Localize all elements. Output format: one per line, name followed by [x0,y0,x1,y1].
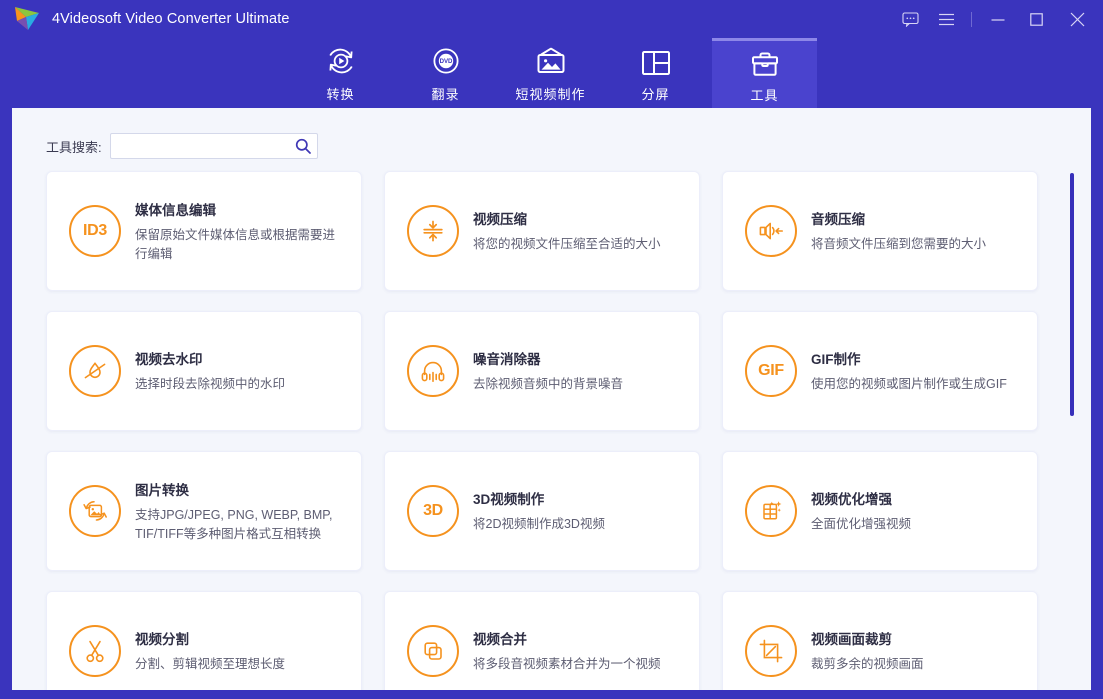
content-scrollbar[interactable] [1070,173,1074,673]
tool-card-title: 视频画面裁剪 [811,628,1019,648]
video-split-scissors-icon [69,625,121,677]
tab-tools[interactable]: 工具 [712,38,817,108]
scrollbar-thumb[interactable] [1070,173,1074,416]
tool-card-audio-compress[interactable]: 音频压缩 将音频文件压缩到您需要的大小 [722,171,1038,291]
app-window: 4Videosoft Video Converter Ultimate [0,0,1103,699]
noise-remover-icon [407,345,459,397]
tool-card-desc: 选择时段去除视频中的水印 [135,375,343,394]
tools-panel: 工具搜索: ID3 媒体信息编辑 保留原始文件媒体信息或 [12,108,1091,690]
tab-rip[interactable]: DVD 翻录 [393,38,498,108]
tool-card-title: 视频合并 [473,628,681,648]
image-convert-icon [69,485,121,537]
tab-label: 工具 [750,85,778,104]
hamburger-menu-icon[interactable] [928,0,964,38]
tool-card-desc: 裁剪多余的视频画面 [811,655,1019,674]
tool-card-watermark-remover[interactable]: 视频去水印 选择时段去除视频中的水印 [46,311,362,431]
video-enhance-icon [745,485,797,537]
tool-card-title: 视频压缩 [473,208,681,228]
tool-card-desc: 分割、剪辑视频至理想长度 [135,655,343,674]
tool-card-desc: 将多段音视频素材合并为一个视频 [473,655,681,674]
controls-divider [971,12,972,27]
tool-card-desc: 将音频文件压缩到您需要的大小 [811,235,1019,254]
video-crop-icon [745,625,797,677]
svg-text:DVD: DVD [439,58,452,65]
id3-tag-icon-text: ID3 [83,222,107,240]
main-nav-tabs: 转换 DVD 翻录 短视频制作 [0,38,1103,108]
tool-card-desc: 保留原始文件媒体信息或根据需要进行编辑 [135,226,343,264]
tool-card-video-merge[interactable]: 视频合并 将多段音视频素材合并为一个视频 [384,591,700,690]
chat-bubble-icon[interactable] [892,0,928,38]
tool-card-desc: 支持JPG/JPEG, PNG, WEBP, BMP, TIF/TIFF等多种图… [135,506,343,544]
close-icon[interactable] [1055,0,1099,38]
tool-card-noise-remover[interactable]: 噪音消除器 去除视频音频中的背景噪音 [384,311,700,431]
tool-card-video-crop[interactable]: 视频画面裁剪 裁剪多余的视频画面 [722,591,1038,690]
tool-card-title: 音频压缩 [811,208,1019,228]
tool-card-video-compress[interactable]: 视频压缩 将您的视频文件压缩至合适的大小 [384,171,700,291]
tool-card-3d-maker[interactable]: 3D 3D视频制作 将2D视频制作成3D视频 [384,451,700,571]
tool-card-gif-maker[interactable]: GIF GIF制作 使用您的视频或图片制作或生成GIF [722,311,1038,431]
tool-card-title: 视频分割 [135,628,343,648]
split-screen-icon [639,44,673,78]
video-merge-icon [407,625,459,677]
tool-search-box[interactable] [110,133,318,159]
play-arrow-logo [12,5,42,33]
video-compress-icon [407,205,459,257]
mv-picture-icon [533,44,569,78]
tool-card-video-split[interactable]: 视频分割 分割、剪辑视频至理想长度 [46,591,362,690]
toolbox-icon [748,45,782,79]
id3-tag-icon: ID3 [69,205,121,257]
minimize-icon[interactable] [979,0,1017,38]
audio-compress-icon [745,205,797,257]
tab-convert[interactable]: 转换 [288,38,393,108]
tool-search-row: 工具搜索: [46,133,318,159]
window-controls [892,0,1103,38]
tool-card-desc: 将您的视频文件压缩至合适的大小 [473,235,681,254]
convert-icon [324,44,358,78]
watermark-remove-icon [69,345,121,397]
tool-card-desc: 全面优化增强视频 [811,515,1019,534]
tool-card-title: 噪音消除器 [473,348,681,368]
tool-card-title: 视频去水印 [135,348,343,368]
tab-label: 转换 [326,84,354,103]
dvd-rip-icon: DVD [429,44,463,78]
tool-card-title: 图片转换 [135,479,343,499]
tab-split-screen[interactable]: 分屏 [603,38,708,108]
tool-card-title: GIF制作 [811,348,1019,368]
maximize-icon[interactable] [1017,0,1055,38]
tab-label: 短视频制作 [515,84,585,103]
tab-label: 翻录 [431,84,459,103]
tool-card-media-info[interactable]: ID3 媒体信息编辑 保留原始文件媒体信息或根据需要进行编辑 [46,171,362,291]
3d-maker-icon-text: 3D [423,502,443,520]
tool-search-label: 工具搜索: [46,137,102,156]
search-input[interactable] [117,134,291,158]
tool-card-image-convert[interactable]: 图片转换 支持JPG/JPEG, PNG, WEBP, BMP, TIF/TIF… [46,451,362,571]
tool-card-title: 3D视频制作 [473,488,681,508]
gif-maker-icon-text: GIF [758,362,784,380]
tool-card-desc: 去除视频音频中的背景噪音 [473,375,681,394]
tools-grid: ID3 媒体信息编辑 保留原始文件媒体信息或根据需要进行编辑 [46,171,1060,690]
title-bar: 4Videosoft Video Converter Ultimate [0,0,1103,38]
3d-maker-icon: 3D [407,485,459,537]
app-title: 4Videosoft Video Converter Ultimate [52,11,290,27]
search-icon[interactable] [295,138,311,159]
tab-label: 分屏 [641,84,669,103]
tab-short-video[interactable]: 短视频制作 [498,38,603,108]
tool-card-desc: 使用您的视频或图片制作或生成GIF [811,375,1019,394]
tool-card-title: 媒体信息编辑 [135,199,343,219]
tool-card-desc: 将2D视频制作成3D视频 [473,515,681,534]
tool-card-title: 视频优化增强 [811,488,1019,508]
gif-maker-icon: GIF [745,345,797,397]
tool-card-video-enhance[interactable]: 视频优化增强 全面优化增强视频 [722,451,1038,571]
